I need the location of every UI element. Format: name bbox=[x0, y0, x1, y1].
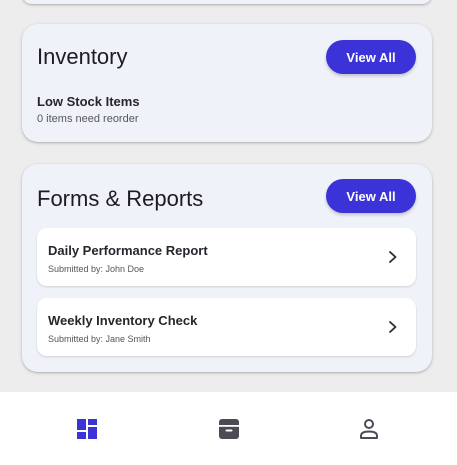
report-submitter: Submitted by: John Doe bbox=[48, 264, 145, 274]
bottom-navigation-bar bbox=[0, 392, 457, 465]
forms-reports-view-all-button[interactable]: View All bbox=[326, 179, 416, 213]
low-stock-subtitle: 0 items need reorder bbox=[37, 113, 139, 125]
chevron-right-icon bbox=[389, 321, 397, 333]
forms-reports-card: Forms & Reports View All Daily Performan… bbox=[22, 164, 432, 372]
inventory-title: Inventory bbox=[37, 44, 128, 69]
dashboard-icon bbox=[77, 419, 97, 439]
report-list-item[interactable]: Daily Performance Report Submitted by: J… bbox=[37, 228, 416, 286]
inventory-view-all-button[interactable]: View All bbox=[326, 40, 416, 74]
nav-profile-tab[interactable] bbox=[357, 417, 381, 441]
report-title: Weekly Inventory Check bbox=[48, 313, 198, 328]
person-icon bbox=[360, 419, 378, 439]
report-submitter: Submitted by: Jane Smith bbox=[48, 334, 151, 344]
low-stock-title: Low Stock Items bbox=[37, 94, 140, 109]
report-list-item[interactable]: Weekly Inventory Check Submitted by: Jan… bbox=[37, 298, 416, 356]
nav-dashboard-tab[interactable] bbox=[75, 417, 99, 441]
inventory-card: Inventory View All Low Stock Items 0 ite… bbox=[22, 24, 432, 142]
forms-reports-title: Forms & Reports bbox=[37, 186, 204, 211]
app-screen: Inventory View All Low Stock Items 0 ite… bbox=[0, 0, 457, 465]
previous-card-partial bbox=[22, 0, 432, 4]
report-title: Daily Performance Report bbox=[48, 243, 208, 258]
chevron-right-icon bbox=[389, 251, 397, 263]
content-scroll-area[interactable]: Inventory View All Low Stock Items 0 ite… bbox=[0, 0, 457, 392]
nav-inventory-tab[interactable] bbox=[217, 417, 241, 441]
archive-box-icon bbox=[219, 419, 239, 439]
